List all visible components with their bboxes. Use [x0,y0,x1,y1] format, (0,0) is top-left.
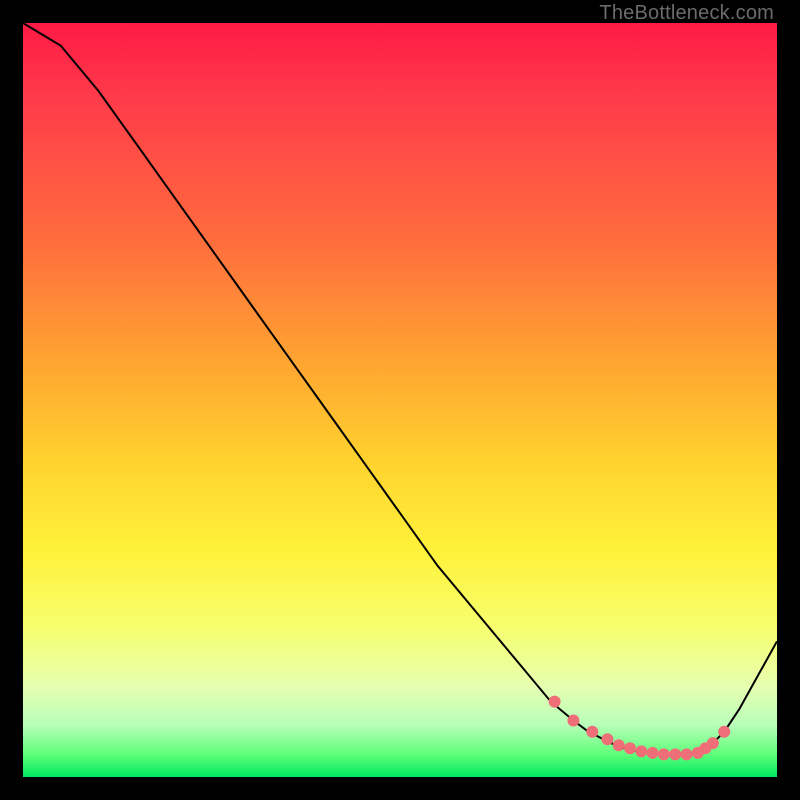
marker-point [681,749,692,760]
marker-point [625,743,636,754]
marker-point [568,715,579,726]
plot-area [23,23,777,777]
attribution-text: TheBottleneck.com [599,2,774,25]
curve-svg [23,23,777,777]
marker-point [670,749,681,760]
marker-point [602,734,613,745]
marker-point [647,747,658,758]
chart-frame: TheBottleneck.com [0,0,800,800]
marker-point [587,726,598,737]
marker-group [549,696,730,760]
bottleneck-curve [23,23,777,754]
marker-point [719,726,730,737]
marker-point [636,746,647,757]
marker-point [658,749,669,760]
marker-point [549,696,560,707]
marker-point [707,738,718,749]
marker-point [613,740,624,751]
